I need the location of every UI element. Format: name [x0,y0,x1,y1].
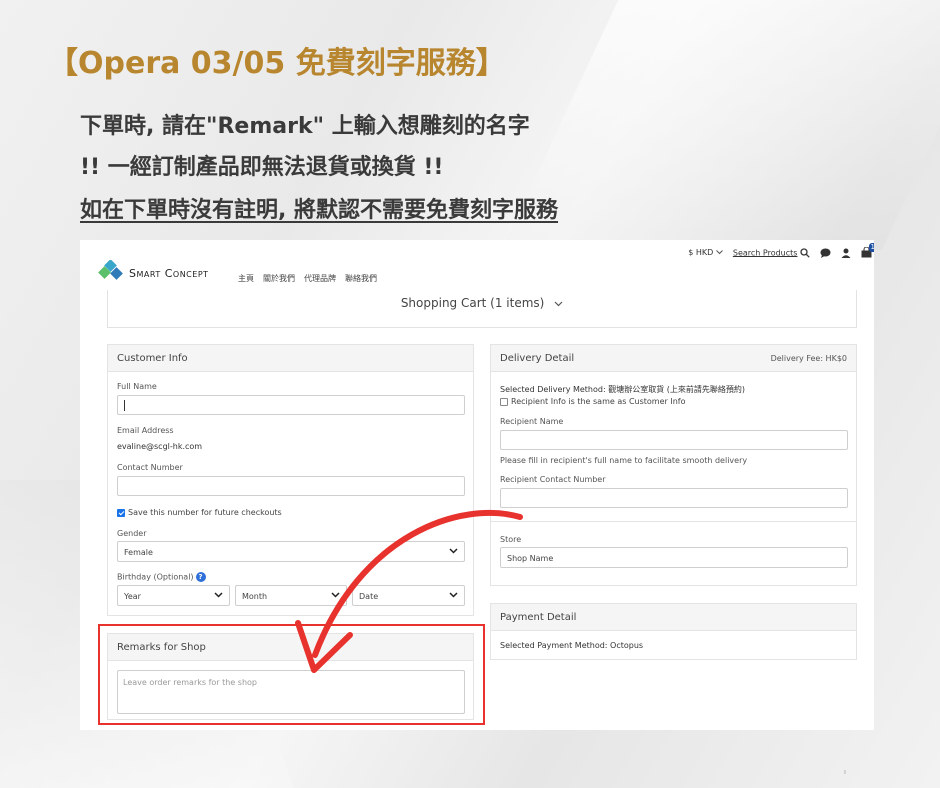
birthday-year-select[interactable]: Year [117,585,230,606]
birthday-month-select[interactable]: Month [235,585,347,606]
chat-icon[interactable] [820,248,831,258]
payment-method: Selected Payment Method: Octopus [500,641,644,650]
promo-title: 【Opera 03/05 免費刻字服務】 [48,46,506,81]
full-name-input[interactable] [117,395,465,415]
main-nav: 主頁 關於我們 代理品牌 聯絡我們 [238,273,377,284]
nav-item-about[interactable]: 關於我們 [263,273,295,284]
birthday-date-select[interactable]: Date [352,585,465,606]
remarks-highlight-frame [98,624,485,725]
recipient-name-input[interactable] [500,430,848,450]
store-value: Shop Name [507,554,554,563]
gender-label: Gender [117,529,147,538]
customer-info-header: Customer Info [108,345,473,372]
header-tools: $ HKD Search Products 1 [688,243,874,258]
store-label: Store [500,535,522,544]
chevron-down-icon [331,592,340,598]
payment-detail-header: Payment Detail [491,604,856,631]
nav-item-brands[interactable]: 代理品牌 [304,273,336,284]
brand-name[interactable]: Smart Concept [129,267,209,280]
user-icon[interactable] [841,248,851,258]
payment-detail-panel: Payment Detail Selected Payment Method: … [490,603,857,660]
payment-detail-heading: Payment Detail [500,612,577,623]
contact-number-input[interactable] [117,476,465,496]
chevron-down-icon [716,250,723,255]
birthday-label-text: Birthday (Optional) [117,572,194,582]
gender-select[interactable]: Female [117,541,465,562]
chevron-down-icon [214,592,223,598]
recipient-name-label: Recipient Name [500,417,564,426]
shopping-cart-toggle[interactable]: Shopping Cart (1 items) [107,290,857,328]
currency-label: $ HKD [688,248,714,257]
divider [491,521,856,522]
customer-info-heading: Customer Info [117,353,188,364]
cart-count-badge: 1 [868,243,874,252]
nav-item-contact[interactable]: 聯絡我們 [345,273,377,284]
contact-number-label: Contact Number [117,463,183,472]
currency-selector[interactable]: $ HKD [688,248,723,257]
instruction-line-2: !! 一經訂制產品即無法退貨或換貨 !! [80,155,444,180]
help-icon[interactable]: ? [195,572,206,582]
recipient-name-hint: Please fill in recipient's full name to … [500,456,748,465]
background-light-streak [501,0,940,250]
birthday-label: Birthday (Optional)? [117,572,206,582]
cart-summary: Shopping Cart (1 items) [400,296,545,310]
search-label: Search Products [732,248,798,257]
full-name-label: Full Name [117,382,157,391]
search-link[interactable]: Search Products [732,247,810,258]
store-select[interactable]: Shop Name [500,547,848,568]
customer-info-panel: Customer Info Full Name Email Address ev… [107,344,474,616]
chevron-down-icon [449,548,458,554]
decorative-mark: ı [844,768,846,776]
same-as-customer-checkbox[interactable]: Recipient Info is the same as Customer I… [500,397,686,406]
chevron-down-icon [449,592,458,598]
instruction-line-1: 下單時, 請在"Remark" 上輸入想雕刻的名字 [80,114,530,139]
brand-logo-icon [98,260,123,280]
recipient-contact-input[interactable] [500,488,848,508]
nav-item-home[interactable]: 主頁 [238,273,254,284]
birthday-year-value: Year [124,592,141,601]
delivery-detail-header: Delivery Detail Delivery Fee: HK$0 [491,345,856,372]
email-value: evaline@scgl-hk.com [117,442,203,451]
search-icon [800,247,810,258]
same-as-customer-label: Recipient Info is the same as Customer I… [511,397,686,406]
instruction-line-3: 如在下單時沒有註明, 將默認不需要免費刻字服務 [80,198,559,223]
chevron-down-icon [554,301,563,306]
recipient-contact-label: Recipient Contact Number [500,475,606,484]
cart-button[interactable]: 1 [861,243,874,258]
delivery-fee: Delivery Fee: HK$0 [770,354,847,363]
gender-value: Female [124,548,153,557]
save-number-checkbox[interactable]: Save this number for future checkouts [117,508,282,517]
delivery-method: Selected Delivery Method: 觀塘辦公室取貨 (上來前請先… [500,385,745,394]
text-caret [124,400,125,411]
checkbox-checked [117,508,125,517]
checkbox-unchecked [500,397,508,406]
save-number-label: Save this number for future checkouts [128,508,282,517]
delivery-detail-panel: Delivery Detail Delivery Fee: HK$0 Select… [490,344,857,586]
birthday-month-value: Month [242,592,268,601]
delivery-detail-heading: Delivery Detail [500,353,575,364]
birthday-date-value: Date [359,592,379,601]
email-label: Email Address [117,426,174,435]
